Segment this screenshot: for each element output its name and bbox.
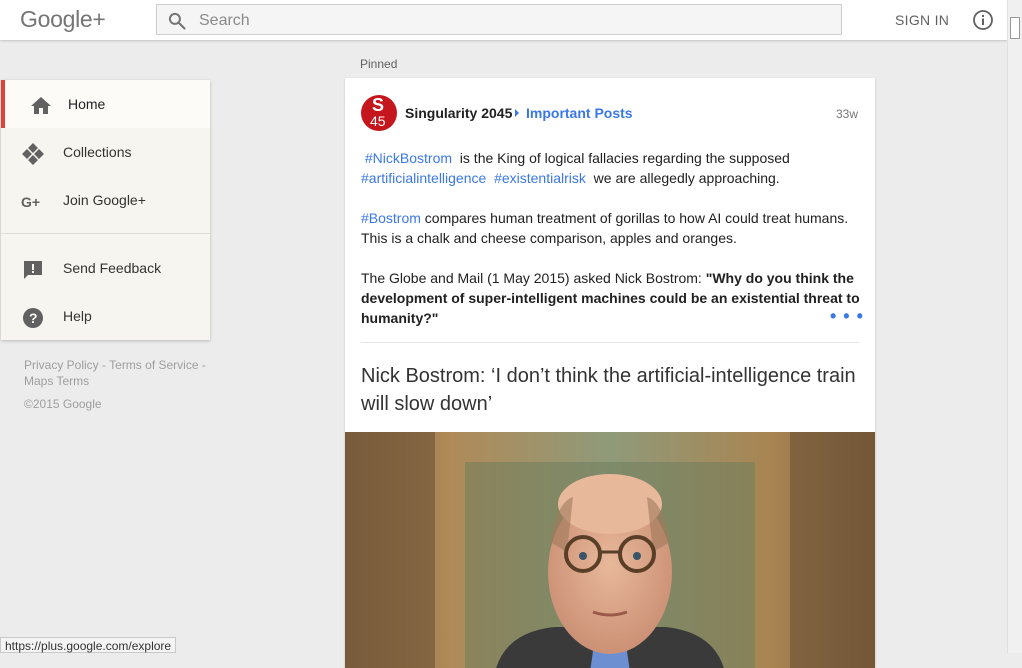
google-plus-logo[interactable]: Google+ xyxy=(20,6,106,33)
post-collection-link[interactable]: Important Posts xyxy=(526,105,633,121)
post-author[interactable]: Singularity 2045 xyxy=(405,105,512,121)
sidebar-item-label: Join Google+ xyxy=(63,192,146,208)
feedback-icon xyxy=(24,261,42,279)
maps-terms-link[interactable]: Maps Terms xyxy=(24,374,89,388)
link-preview-image[interactable] xyxy=(345,432,875,668)
sign-in-button[interactable]: SIGN IN xyxy=(895,12,949,28)
sidebar-item-join-google-plus[interactable]: G+ Join Google+ xyxy=(1,176,210,224)
status-bar-url: https://plus.google.com/explore xyxy=(0,637,177,653)
post-text: The Globe and Mail (1 May 2015) asked Ni… xyxy=(361,270,706,286)
pinned-label: Pinned xyxy=(360,57,398,71)
sidebar-item-label: Send Feedback xyxy=(63,260,162,276)
privacy-policy-link[interactable]: Privacy Policy xyxy=(24,358,99,372)
nav-divider xyxy=(1,233,210,234)
more-button[interactable]: • • • xyxy=(830,306,864,327)
post-text: compares human treatment of gorillas to … xyxy=(361,210,849,246)
chevron-right-icon xyxy=(515,109,519,117)
search-input[interactable] xyxy=(197,9,821,33)
copyright: ©2015 Google xyxy=(24,397,102,411)
search-box[interactable] xyxy=(156,4,842,35)
post-text: is the King of logical fallacies regardi… xyxy=(455,150,790,166)
home-icon xyxy=(31,97,51,114)
sidebar-item-label: Help xyxy=(63,308,92,324)
info-icon[interactable] xyxy=(972,9,994,31)
avatar[interactable]: S 45 xyxy=(361,95,397,131)
top-bar: Google+ SIGN IN xyxy=(0,0,1007,40)
footer-separator: - xyxy=(98,358,110,372)
post-timestamp[interactable]: 33w xyxy=(836,107,858,121)
hashtag-link[interactable]: #NickBostrom xyxy=(365,150,452,166)
hashtag-link[interactable]: #Bostrom xyxy=(361,210,421,226)
sidebar-item-send-feedback[interactable]: Send Feedback xyxy=(1,244,210,292)
footer-links: Privacy Policy - Terms of Service - Maps… xyxy=(24,357,214,389)
post-body: #NickBostrom is the King of logical fall… xyxy=(361,148,861,348)
sidebar-item-label: Collections xyxy=(63,144,132,160)
sidebar-item-label: Home xyxy=(68,96,106,112)
post-card: S 45 Singularity 2045 Important Posts 33… xyxy=(345,78,875,668)
avatar-number: 45 xyxy=(370,113,386,129)
svg-text:G+: G+ xyxy=(21,194,40,210)
sidebar-item-collections[interactable]: Collections xyxy=(1,128,210,176)
hashtag-link[interactable]: #existentialrisk xyxy=(494,170,586,186)
post-paragraph: The Globe and Mail (1 May 2015) asked Ni… xyxy=(361,268,861,328)
scrollbar-thumb[interactable] xyxy=(1010,17,1020,39)
hashtag-link[interactable]: #artificialintelligence xyxy=(361,170,486,186)
collections-icon xyxy=(22,143,44,165)
sidebar-item-help[interactable]: ? Help xyxy=(1,292,210,340)
sidebar-item-home[interactable]: Home xyxy=(1,80,210,128)
help-icon: ? xyxy=(23,308,43,328)
terms-of-service-link[interactable]: Terms of Service xyxy=(109,358,198,372)
post-paragraph: #Bostrom compares human treatment of gor… xyxy=(361,208,861,248)
post-paragraph: #NickBostrom is the King of logical fall… xyxy=(361,148,861,188)
portrait-photo xyxy=(345,432,875,668)
search-icon xyxy=(168,12,186,30)
post-text: we are allegedly approaching. xyxy=(589,170,780,186)
post-divider xyxy=(361,342,859,343)
sidebar-nav: Home Collections G+ Join Google+ Send Fe… xyxy=(1,80,210,340)
google-plus-icon: G+ xyxy=(21,194,40,210)
link-preview-title[interactable]: Nick Bostrom: ‘I don’t think the artific… xyxy=(361,362,861,418)
svg-text:?: ? xyxy=(29,310,38,326)
page-scrollbar[interactable] xyxy=(1007,0,1022,653)
footer-separator: - xyxy=(198,358,206,372)
